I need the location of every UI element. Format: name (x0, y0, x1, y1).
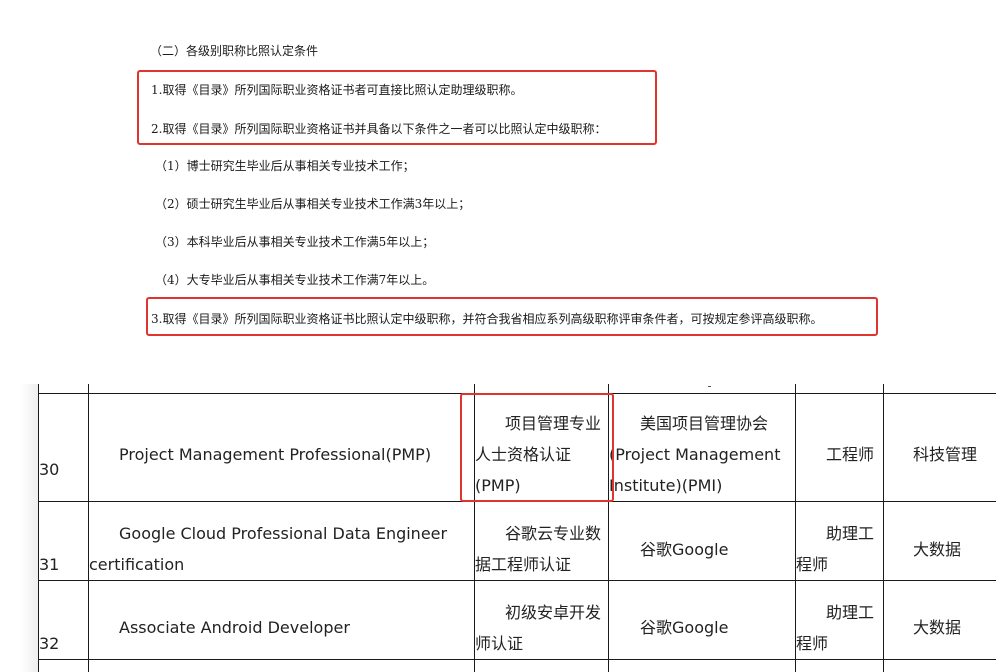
row-number: 30 (39, 460, 60, 479)
certificate-cn-name: 据工程师认证 (475, 555, 572, 574)
certificate-name: Google Cloud Professional Data Engineer (119, 524, 448, 543)
certificate-cn-name: 师认证 (475, 634, 524, 653)
equivalent-title: 工程师 (826, 445, 875, 464)
certificate-name: Associate Android Developer (119, 618, 350, 637)
page-edge-shadow (20, 384, 38, 672)
issuing-organization: 谷歌Google (640, 618, 729, 637)
condition-2-sub-3: （3）本科毕业后从事相关专业技术工作满5年以上； (155, 235, 435, 249)
grid-line (88, 384, 89, 672)
condition-2-sub-1: （1）博士研究生毕业后从事相关专业技术工作； (155, 159, 415, 173)
equivalent-title: 助理工 (826, 603, 875, 622)
row-number: 32 (39, 634, 60, 653)
stray-mark (708, 386, 711, 387)
condition-2-sub-2: （2）硕士研究生毕业后从事相关专业技术工作满3年以上； (155, 197, 471, 211)
equivalent-title: 程师 (796, 555, 829, 574)
issuing-organization: Institute)(PMI) (609, 476, 723, 495)
certificate-cn-name: 谷歌云专业数 (505, 524, 602, 543)
row-number: 31 (39, 555, 60, 574)
grid-line (38, 580, 996, 581)
highlight-box-pmp (460, 393, 614, 502)
professional-field: 大数据 (913, 618, 962, 637)
professional-field: 科技管理 (913, 445, 978, 464)
section-heading: （二）各级别职称比照认定条件 (150, 44, 319, 58)
certificate-table: 30 Project Management Professional(PMP) … (0, 384, 996, 672)
issuing-organization: 谷歌Google (640, 540, 729, 559)
grid-line (38, 659, 996, 660)
grid-line (883, 384, 884, 672)
professional-field: 大数据 (913, 540, 962, 559)
certificate-name: certification (89, 555, 185, 574)
certificate-cn-name: 初级安卓开发 (505, 603, 602, 622)
issuing-organization: 美国项目管理协会 (640, 414, 769, 433)
certificate-name: Project Management Professional(PMP) (119, 445, 432, 464)
highlight-box-condition-3 (146, 297, 878, 336)
equivalent-title: 程师 (796, 634, 829, 653)
equivalent-title: 助理工 (826, 524, 875, 543)
issuing-organization: (Project Management (609, 445, 781, 464)
highlight-box-conditions-1-2 (137, 70, 657, 145)
condition-2-sub-4: （4）大专毕业后从事相关专业技术工作满7年以上。 (155, 273, 435, 287)
